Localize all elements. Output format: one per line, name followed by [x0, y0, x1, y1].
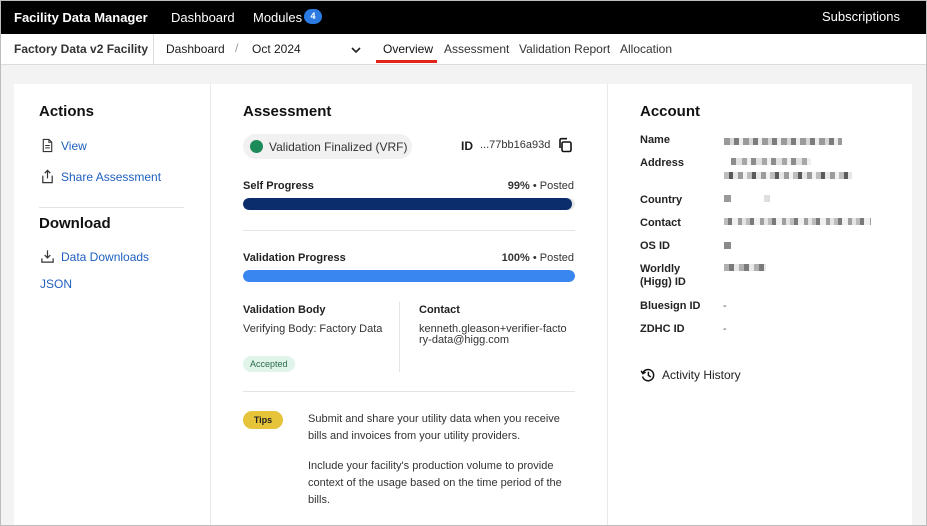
activity-history-link[interactable]: Activity History — [640, 367, 741, 383]
tab-overview[interactable]: Overview — [383, 42, 433, 56]
self-progress-status: 99% • Posted — [508, 180, 574, 192]
account-bluesign-id-label: Bluesign ID — [640, 300, 701, 312]
account-zdhc-id-label: ZDHC ID — [640, 323, 685, 335]
modules-count-badge: 4 — [304, 9, 322, 24]
data-downloads-label: Data Downloads — [61, 249, 150, 264]
divider — [399, 302, 400, 372]
period-select[interactable]: Oct 2024 — [252, 42, 301, 56]
redacted-os-id-value — [724, 242, 731, 249]
top-navigation-bar: Facility Data Manager Dashboard Modules … — [0, 0, 927, 34]
divider — [39, 207, 184, 208]
account-heading: Account — [640, 103, 700, 120]
json-link[interactable]: JSON — [40, 277, 72, 291]
redacted-name-value — [724, 138, 842, 145]
breadcrumb-dashboard[interactable]: Dashboard — [166, 42, 225, 56]
tip-paragraph: Submit and share your utility data when … — [308, 413, 560, 442]
account-bluesign-id-value: - — [723, 300, 727, 312]
status-text: Validation Finalized (VRF) — [269, 140, 408, 154]
validation-progress-bar — [243, 270, 575, 282]
self-progress-label: Self Progress — [243, 180, 314, 192]
accepted-badge: Accepted — [243, 356, 295, 372]
actions-heading: Actions — [39, 103, 95, 120]
redacted-worldly-id-value — [724, 264, 766, 271]
nav-subscriptions[interactable]: Subscriptions — [822, 9, 900, 24]
dot-separator: • — [532, 180, 537, 192]
dot-separator: • — [532, 252, 537, 264]
account-contact-label: Contact — [640, 217, 681, 229]
nav-dashboard[interactable]: Dashboard — [171, 10, 235, 25]
account-worldly-id-label: Worldly (Higg) ID — [640, 263, 686, 288]
copy-icon[interactable] — [557, 137, 573, 153]
history-icon — [640, 368, 655, 382]
column-divider — [607, 84, 608, 526]
id-value: ...77bb16a93d — [480, 139, 551, 151]
contact-value: kenneth.gleason+verifier-factory-data@hi… — [419, 323, 567, 346]
view-label: View — [61, 138, 87, 153]
assessment-heading: Assessment — [243, 103, 332, 120]
facility-subnav: Factory Data v2 Facility Dashboard / Oct… — [0, 34, 927, 65]
contact-label: Contact — [419, 304, 460, 316]
validation-body-label: Validation Body — [243, 304, 326, 316]
redacted-address-value — [724, 172, 852, 179]
download-heading: Download — [39, 215, 111, 232]
divider — [243, 391, 575, 392]
share-icon — [42, 169, 53, 184]
self-progress-bar — [243, 198, 575, 210]
self-progress-fill — [243, 198, 572, 210]
column-divider — [210, 84, 211, 526]
view-link[interactable]: View — [40, 138, 87, 153]
share-assessment-label: Share Assessment — [61, 169, 162, 184]
divider — [243, 230, 575, 231]
tip-paragraph: Include your facility's production volum… — [308, 460, 562, 506]
account-country-label: Country — [640, 194, 683, 206]
document-icon — [42, 138, 53, 153]
app-title[interactable]: Facility Data Manager — [14, 10, 148, 25]
self-progress-state: Posted — [539, 180, 574, 192]
status-badge: Validation Finalized (VRF) — [243, 134, 412, 159]
redacted-country-value — [724, 195, 784, 202]
account-os-id-label: OS ID — [640, 240, 670, 252]
data-downloads-link[interactable]: Data Downloads — [40, 249, 149, 264]
tips-badge: Tips — [243, 411, 283, 429]
activity-history-label: Activity History — [662, 368, 741, 382]
account-address-label: Address — [640, 157, 685, 169]
validation-progress-percent: 100% — [501, 252, 530, 264]
validation-progress-status: 100% • Posted — [502, 252, 574, 264]
account-zdhc-id-value: - — [723, 323, 727, 335]
chevron-down-icon[interactable] — [350, 44, 362, 56]
share-assessment-link[interactable]: Share Assessment — [40, 169, 161, 184]
status-dot-icon — [250, 140, 263, 153]
redacted-contact-value — [724, 218, 871, 225]
redacted-address-value — [731, 158, 811, 165]
tab-allocation[interactable]: Allocation — [620, 42, 672, 56]
tab-validation-report[interactable]: Validation Report — [519, 42, 610, 56]
id-label: ID — [461, 139, 473, 153]
facility-name: Factory Data v2 Facility — [14, 42, 149, 56]
validation-progress-fill — [243, 270, 575, 282]
active-tab-indicator — [376, 60, 437, 63]
account-name-label: Name — [640, 134, 670, 146]
validation-body-value: Verifying Body: Factory Data — [243, 323, 383, 335]
self-progress-percent: 99% — [507, 180, 530, 192]
download-icon — [41, 250, 54, 263]
validation-progress-state: Posted — [539, 252, 574, 264]
divider — [153, 34, 154, 64]
json-label: JSON — [40, 277, 73, 291]
validation-progress-label: Validation Progress — [243, 252, 346, 264]
breadcrumb-separator: / — [235, 41, 239, 55]
nav-modules[interactable]: Modules — [253, 10, 302, 25]
tab-assessment[interactable]: Assessment — [444, 42, 509, 56]
